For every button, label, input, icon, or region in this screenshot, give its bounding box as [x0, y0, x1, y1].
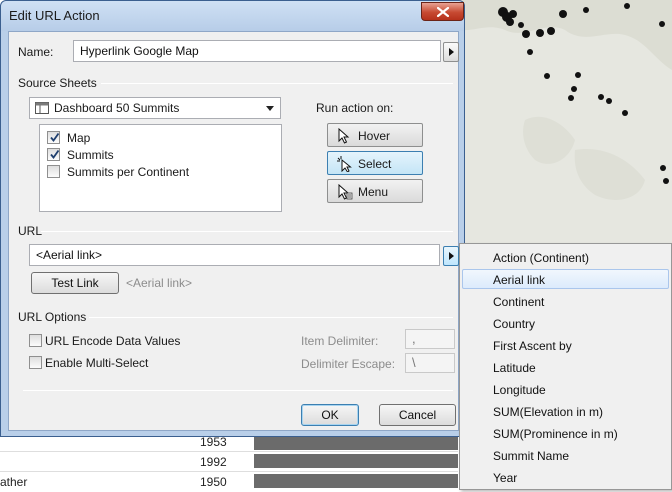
pointer-menu-icon [338, 184, 353, 200]
cancel-button[interactable]: Cancel [379, 404, 456, 426]
url-encode-checkbox[interactable] [29, 334, 42, 347]
source-sheets-label: Source Sheets [18, 76, 97, 90]
url-preview: <Aerial link> [126, 276, 193, 290]
map-point [663, 178, 669, 184]
dialog-body: Name: Hyperlink Google Map Source Sheets… [8, 31, 459, 431]
title-bar[interactable]: Edit URL Action [1, 1, 464, 31]
sheets-list: Map Summits Summits per Continent [39, 124, 282, 212]
menu-item-continent[interactable]: Continent [462, 291, 669, 311]
name-label: Name: [18, 45, 54, 59]
checkmark-icon [50, 132, 60, 142]
test-link-button[interactable]: Test Link [31, 272, 119, 294]
pointer-icon [338, 128, 350, 144]
map-point [522, 30, 530, 38]
delimiter-escape-input[interactable]: \ [405, 353, 455, 373]
play-icon [449, 252, 454, 260]
menu-button[interactable]: Menu [327, 179, 423, 203]
map-point [660, 165, 666, 171]
table-row: 1992 [0, 452, 458, 472]
menu-item-action-continent[interactable]: Action (Continent) [462, 247, 669, 267]
menu-item-aerial-link[interactable]: Aerial link [462, 269, 669, 289]
play-icon [449, 48, 454, 56]
sheet-checkbox[interactable] [47, 131, 60, 144]
map-point [506, 18, 514, 26]
select-button[interactable]: Select [327, 151, 423, 175]
menu-item-latitude[interactable]: Latitude [462, 357, 669, 377]
item-delimiter-label: Item Delimiter: [301, 334, 379, 348]
dashboard-select[interactable]: Dashboard 50 Summits [29, 97, 281, 119]
map-point [606, 98, 612, 104]
map-point [598, 94, 604, 100]
map-point [583, 7, 589, 13]
close-icon [437, 7, 449, 17]
map-point [624, 3, 630, 9]
menu-item-country[interactable]: Country [462, 313, 669, 333]
map-points [498, 3, 669, 184]
ok-button[interactable]: OK [301, 404, 359, 426]
name-insert-button[interactable] [443, 42, 459, 62]
menu-item-sum-elevation[interactable]: SUM(Elevation in m) [462, 401, 669, 421]
menu-item-summit-name[interactable]: Summit Name [462, 445, 669, 465]
map-point [571, 86, 577, 92]
url-input[interactable]: <Aerial link> [29, 244, 440, 266]
menu-item-year[interactable]: Year [462, 467, 669, 487]
map-point [527, 49, 533, 55]
map-point [536, 29, 544, 37]
menu-item-sum-prominence[interactable]: SUM(Prominence in m) [462, 423, 669, 443]
table-row: ather 1950 [0, 472, 458, 492]
dashboard-select-value: Dashboard 50 Summits [54, 101, 180, 115]
map-point [559, 10, 567, 18]
map-point [568, 95, 574, 101]
dialog-title: Edit URL Action [9, 8, 100, 23]
url-label: URL [18, 224, 43, 238]
map-point [509, 10, 517, 18]
url-insert-field-button[interactable] [443, 246, 459, 266]
run-action-label: Run action on: [316, 101, 394, 115]
sheet-checkbox[interactable] [47, 148, 60, 161]
edit-url-action-dialog: Edit URL Action Name: Hyperlink Google M… [0, 0, 465, 437]
background-map [455, 0, 672, 246]
field-insert-menu: Action (Continent) Aerial link Continent… [459, 243, 672, 490]
pointer-select-icon [337, 156, 352, 172]
sheet-checkbox[interactable] [47, 165, 60, 178]
hover-button[interactable]: Hover [327, 123, 423, 147]
name-input[interactable]: Hyperlink Google Map [73, 40, 441, 62]
chevron-down-icon [266, 106, 274, 111]
menu-item-first-ascent-by[interactable]: First Ascent by [462, 335, 669, 355]
map-point [575, 72, 581, 78]
map-point [659, 21, 665, 27]
multi-select-checkbox[interactable] [29, 356, 42, 369]
map-point [547, 27, 555, 35]
item-delimiter-input[interactable]: , [405, 329, 455, 349]
dashboard-icon [35, 102, 49, 114]
delimiter-escape-label: Delimiter Escape: [301, 357, 396, 371]
map-point [622, 110, 628, 116]
map-point [544, 73, 550, 79]
checkmark-icon [50, 149, 60, 159]
map-point [518, 22, 524, 28]
url-options-label: URL Options [18, 310, 87, 324]
background-table: 1953 1992 ather 1950 [0, 430, 458, 490]
close-button[interactable] [421, 2, 464, 21]
menu-item-longitude[interactable]: Longitude [462, 379, 669, 399]
